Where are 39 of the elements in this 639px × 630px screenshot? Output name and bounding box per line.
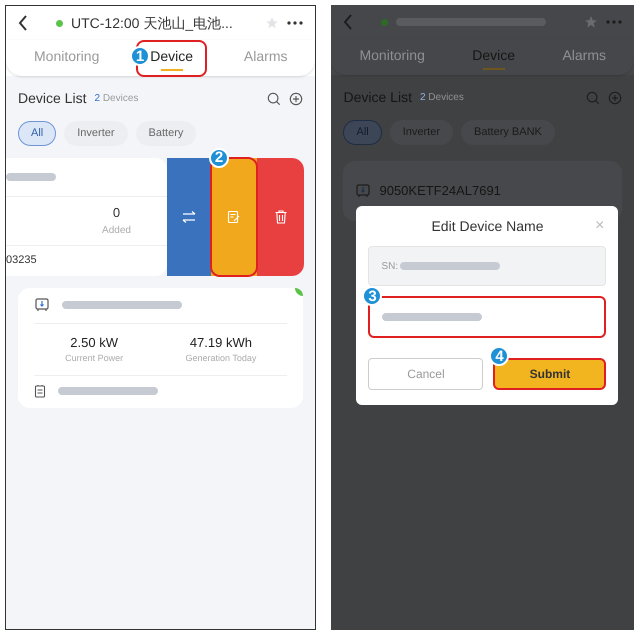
serial-number: 03235 xyxy=(6,253,37,268)
edit-icon xyxy=(227,210,241,224)
station-title: UTC-12:00 天池山_电池... xyxy=(71,14,233,33)
stat-label: Current Power xyxy=(65,352,124,365)
step-number-badge: 4 xyxy=(489,346,510,366)
dialog-title: Edit Device Name xyxy=(431,216,544,236)
stat-label: Added xyxy=(102,224,131,238)
close-button[interactable]: × xyxy=(595,218,604,234)
cancel-button[interactable]: Cancel xyxy=(368,358,484,390)
star-icon[interactable] xyxy=(265,16,280,30)
tab[interactable]: Monitoring xyxy=(351,40,433,74)
section-title: Device List xyxy=(18,89,86,108)
back-icon[interactable] xyxy=(18,15,28,31)
stat-value: 47.19 kWh xyxy=(190,334,252,352)
stat-value: 2.50 kW xyxy=(70,334,118,352)
delete-button[interactable] xyxy=(257,158,304,276)
inverter-icon xyxy=(34,297,50,313)
step-number-badge: 3 xyxy=(362,286,382,306)
device-count: 2 Devices xyxy=(420,91,464,105)
more-icon[interactable] xyxy=(287,21,304,25)
swap-icon xyxy=(182,210,196,222)
inverter-icon xyxy=(355,182,372,198)
redacted-text-bar xyxy=(6,172,56,180)
tab[interactable]: Alarms xyxy=(554,40,614,74)
star-icon[interactable] xyxy=(584,15,598,29)
search-icon[interactable] xyxy=(267,92,282,106)
stat-value: 0 xyxy=(112,204,120,222)
filter-chip[interactable]: Battery xyxy=(136,121,196,146)
device-count: 2 Devices xyxy=(94,92,138,106)
trash-icon xyxy=(274,210,286,224)
field-label: SN: xyxy=(381,260,398,274)
filter-chip[interactable]: All xyxy=(18,121,56,146)
add-icon[interactable] xyxy=(289,92,304,106)
tab[interactable]: Alarms xyxy=(236,42,296,74)
filter-chip[interactable]: Inverter xyxy=(64,121,128,146)
tab[interactable]: Monitoring xyxy=(26,42,108,74)
step-number-badge: 2 xyxy=(209,148,229,168)
stat-label: Generation Today xyxy=(185,352,256,365)
status-leaf-icon xyxy=(295,288,304,296)
